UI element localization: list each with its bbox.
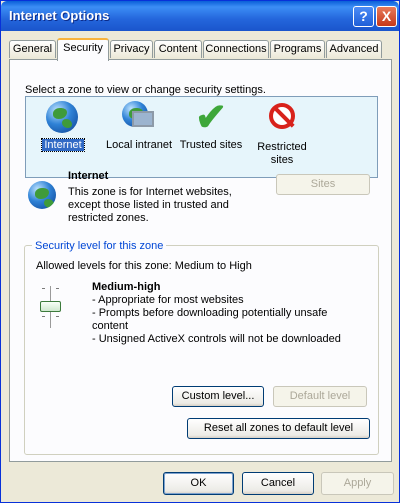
- window-title: Internet Options: [9, 8, 110, 23]
- security-tab-panel: Select a zone to view or change security…: [9, 59, 392, 462]
- zone-list: Internet Local intranet ✔ Trusted sites …: [25, 96, 378, 178]
- allowed-levels-text: Allowed levels for this zone: Medium to …: [36, 260, 252, 272]
- cancel-button[interactable]: Cancel: [242, 472, 314, 495]
- tab-security[interactable]: Security: [57, 38, 109, 61]
- level-bullet: - Prompts before downloading potentially…: [92, 307, 328, 332]
- zone-local-intranet[interactable]: Local intranet: [104, 101, 174, 152]
- zone-internet[interactable]: Internet: [38, 101, 88, 152]
- ok-button[interactable]: OK: [163, 472, 234, 495]
- default-level-button[interactable]: Default level: [273, 386, 367, 407]
- zone-trusted-sites[interactable]: ✔ Trusted sites: [178, 97, 244, 152]
- tab-privacy[interactable]: Privacy: [110, 40, 153, 58]
- computer-icon: [132, 111, 154, 127]
- globe-icon: [46, 101, 78, 133]
- level-description: - Appropriate for most websites - Prompt…: [92, 294, 362, 346]
- zone-info-globe-icon: [28, 181, 56, 209]
- tab-connections[interactable]: Connections: [203, 40, 269, 58]
- level-bullet: - Unsigned ActiveX controls will not be …: [92, 333, 341, 345]
- zone-restricted-sites[interactable]: Restricted sites: [254, 101, 310, 167]
- tab-advanced[interactable]: Advanced: [326, 40, 382, 58]
- internet-options-window: Internet Options ? X General Security Pr…: [0, 0, 400, 503]
- apply-button[interactable]: Apply: [321, 472, 394, 495]
- tab-strip: General Security Privacy Content Connect…: [9, 38, 393, 61]
- restricted-icon: [269, 103, 295, 129]
- zone-prompt: Select a zone to view or change security…: [25, 84, 266, 96]
- tab-general[interactable]: General: [9, 40, 56, 58]
- level-bullet: - Appropriate for most websites: [92, 294, 244, 306]
- title-bar[interactable]: Internet Options ? X: [1, 1, 399, 31]
- zone-label: Trusted sites: [179, 139, 243, 151]
- tab-programs[interactable]: Programs: [270, 40, 325, 58]
- sites-button[interactable]: Sites: [276, 174, 370, 195]
- custom-level-button[interactable]: Custom level...: [172, 386, 264, 407]
- slider-thumb[interactable]: [40, 301, 61, 312]
- zone-label: Local intranet: [105, 139, 173, 151]
- checkmark-icon: ✔: [195, 97, 227, 139]
- tab-content[interactable]: Content: [154, 40, 202, 58]
- reset-all-zones-button[interactable]: Reset all zones to default level: [187, 418, 370, 439]
- zone-info-description: This zone is for Internet websites, exce…: [68, 186, 232, 224]
- zone-label: Internet: [41, 138, 85, 152]
- zone-info-title: Internet: [68, 170, 109, 182]
- close-button[interactable]: X: [376, 6, 397, 27]
- security-level-legend: Security level for this zone: [32, 240, 167, 252]
- level-name: Medium-high: [92, 281, 161, 293]
- zone-label: Restricted sites: [257, 141, 307, 166]
- help-button[interactable]: ?: [353, 6, 374, 27]
